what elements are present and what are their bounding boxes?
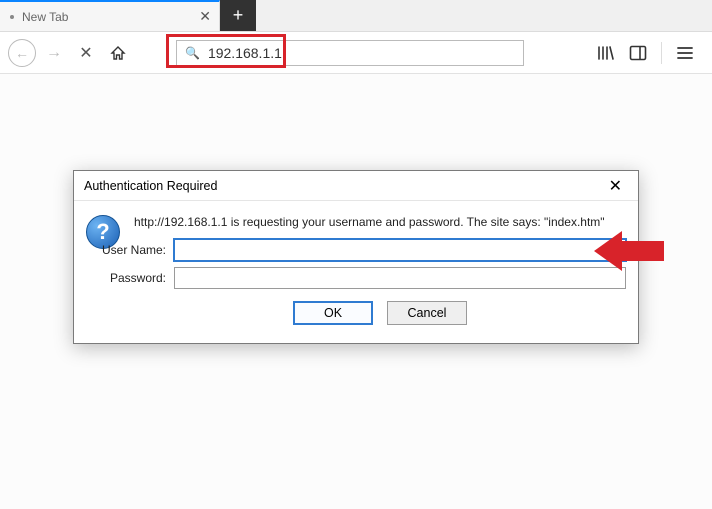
forward-button[interactable]: → (40, 39, 68, 67)
ok-button[interactable]: OK (293, 301, 373, 325)
dialog-close-icon[interactable]: ✕ (603, 174, 628, 198)
username-field[interactable] (174, 239, 626, 261)
menu-icon[interactable] (674, 42, 696, 64)
tab-title: New Tab (22, 10, 68, 24)
address-bar[interactable]: 🔍 192.168.1.1 (176, 40, 524, 66)
address-bar-wrap: 🔍 192.168.1.1 (176, 40, 524, 66)
password-field[interactable] (174, 267, 626, 289)
dialog-title: Authentication Required (84, 179, 217, 193)
auth-form: User Name: Password: (86, 239, 626, 289)
library-icon[interactable] (595, 42, 617, 64)
browser-tab[interactable]: New Tab ✕ (0, 0, 220, 31)
address-text: 192.168.1.1 (208, 45, 282, 61)
dialog-message: http://192.168.1.1 is requesting your us… (134, 213, 626, 229)
dialog-titlebar: Authentication Required ✕ (74, 171, 638, 201)
toolbar-divider (661, 42, 662, 64)
sidebar-icon[interactable] (627, 42, 649, 64)
new-tab-button[interactable]: + (220, 0, 256, 31)
password-label: Password: (86, 271, 166, 285)
nav-toolbar: ← → ✕ 🔍 192.168.1.1 (0, 32, 712, 74)
cancel-button[interactable]: Cancel (387, 301, 467, 325)
tab-loading-dot (10, 15, 14, 19)
tab-close-icon[interactable]: ✕ (199, 8, 211, 25)
search-icon: 🔍 (185, 46, 200, 60)
dialog-mask: Authentication Required ✕ ? http://192.1… (0, 75, 712, 509)
home-icon (110, 45, 126, 61)
username-label: User Name: (86, 243, 166, 257)
auth-dialog: Authentication Required ✕ ? http://192.1… (73, 170, 639, 344)
stop-button[interactable]: ✕ (72, 39, 100, 67)
home-button[interactable] (104, 39, 132, 67)
dialog-buttons: OK Cancel (134, 301, 626, 325)
back-button[interactable]: ← (8, 39, 36, 67)
toolbar-right (595, 42, 704, 64)
tab-strip: New Tab ✕ + (0, 0, 712, 32)
